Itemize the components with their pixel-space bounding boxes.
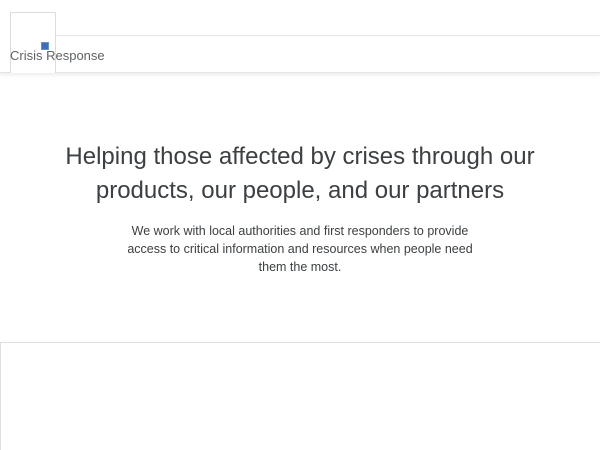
logo-link[interactable] xyxy=(10,12,56,73)
hero-description: We work with local authorities and first… xyxy=(127,224,473,274)
hero-title: Helping those affected by crises through… xyxy=(65,143,535,204)
site-header: Crisis Response xyxy=(0,0,600,73)
page: Crisis Response Helping those affected b… xyxy=(0,0,600,450)
site-name-link[interactable]: Crisis Response xyxy=(10,48,105,63)
content-panel xyxy=(0,342,600,450)
header-divider xyxy=(54,35,600,36)
hero-section: Helping those affected by crises through… xyxy=(0,140,600,276)
